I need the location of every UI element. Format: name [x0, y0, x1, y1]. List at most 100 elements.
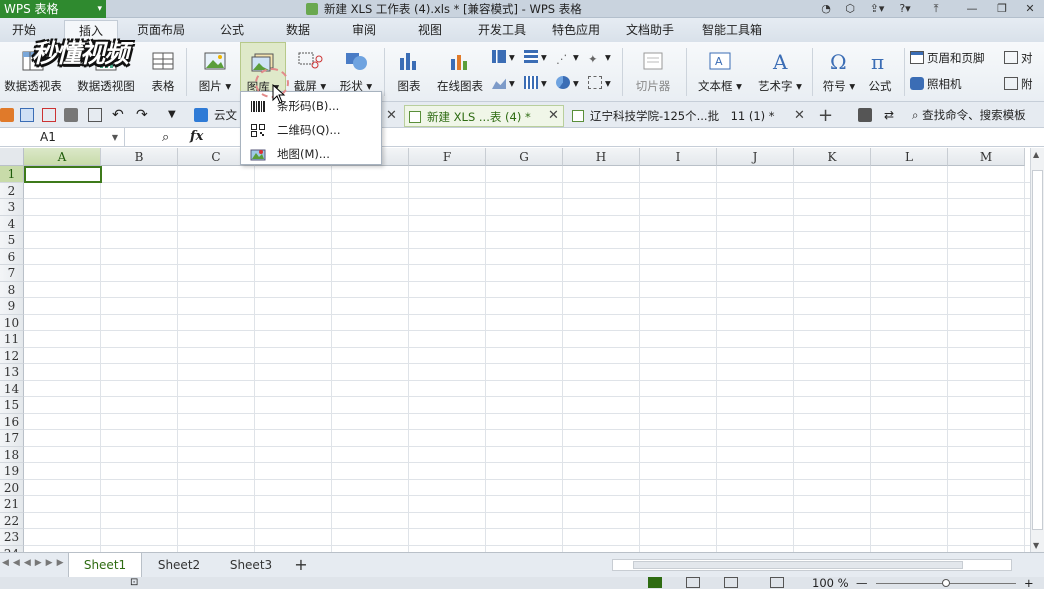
- close-icon[interactable]: ✕: [1020, 0, 1040, 18]
- row-header[interactable]: 18: [0, 446, 24, 463]
- menu-item-qrcode[interactable]: 二维码(Q)...: [241, 118, 381, 142]
- row-header[interactable]: 11: [0, 331, 24, 348]
- area-chart-dropdown[interactable]: ▾: [492, 76, 515, 90]
- row-header[interactable]: 23: [0, 529, 24, 546]
- app-menu-button[interactable]: WPS 表格 ▾: [0, 0, 106, 18]
- undo-icon[interactable]: ↶: [112, 108, 126, 122]
- share-icon[interactable]: ⇪▾: [866, 0, 888, 18]
- chart-button[interactable]: 图表: [390, 42, 428, 100]
- sheet-tab-3[interactable]: Sheet3: [216, 553, 286, 577]
- header-footer-button[interactable]: 页眉和页脚: [910, 50, 985, 66]
- table-button[interactable]: 表格: [146, 42, 180, 100]
- reading-mode-icon[interactable]: [770, 577, 784, 588]
- wordart-button[interactable]: A 艺术字 ▾: [752, 42, 808, 100]
- menu-item-barcode[interactable]: 条形码(B)...: [241, 94, 381, 118]
- doc-tab[interactable]: 辽宁科技学院-125个...批 11 (1) *: [568, 105, 788, 127]
- row-header[interactable]: 7: [0, 265, 24, 282]
- spreadsheet-grid[interactable]: ABCDEFGHIJKLM123456789101112131415161718…: [0, 148, 1030, 552]
- tab-formulas[interactable]: 公式: [212, 18, 252, 42]
- picture-button[interactable]: 图片 ▾: [192, 42, 238, 100]
- formula-button[interactable]: π 公式: [862, 42, 898, 100]
- attachment-button[interactable]: 附: [1004, 76, 1033, 92]
- vertical-scrollbar[interactable]: ▲ ▼: [1030, 148, 1044, 552]
- column-header[interactable]: G: [486, 148, 563, 166]
- column-header[interactable]: K: [794, 148, 871, 166]
- sheet-tab-1[interactable]: Sheet1: [68, 553, 142, 577]
- row-header[interactable]: 8: [0, 281, 24, 298]
- customize-dropdown-icon[interactable]: ▼: [168, 108, 182, 122]
- column-header[interactable]: B: [101, 148, 178, 166]
- minimize-icon[interactable]: —: [962, 0, 982, 18]
- textbox-button[interactable]: A 文本框 ▾: [692, 42, 748, 100]
- row-header[interactable]: 9: [0, 298, 24, 315]
- tab-smart-toolbox[interactable]: 智能工具箱: [694, 18, 770, 42]
- cloud-doc-label[interactable]: 云文: [214, 107, 237, 123]
- tab-developer[interactable]: 开发工具: [470, 18, 534, 42]
- window-list-icon[interactable]: [858, 108, 872, 122]
- zoom-in-icon[interactable]: +: [1024, 577, 1034, 589]
- scatter-chart-dropdown[interactable]: ⋰ ▾: [556, 50, 579, 66]
- row-header[interactable]: 1: [0, 166, 24, 183]
- scroll-thumb[interactable]: [1032, 170, 1043, 530]
- row-header[interactable]: 3: [0, 199, 24, 216]
- column-header[interactable]: M: [948, 148, 1025, 166]
- row-header[interactable]: 4: [0, 215, 24, 232]
- row-header[interactable]: 5: [0, 232, 24, 249]
- camera-button[interactable]: 照相机: [910, 76, 962, 92]
- row-header[interactable]: 22: [0, 512, 24, 529]
- row-header[interactable]: 12: [0, 347, 24, 364]
- fullscreen-icon[interactable]: ⤒: [926, 0, 946, 18]
- symbol-button[interactable]: Ω 符号 ▾: [818, 42, 860, 100]
- active-cell[interactable]: [24, 166, 102, 183]
- cloud-doc-icon[interactable]: [194, 108, 208, 122]
- macro-icon[interactable]: ⊡: [130, 577, 138, 589]
- select-all-corner[interactable]: [0, 148, 24, 166]
- row-header[interactable]: 20: [0, 479, 24, 496]
- dot-chart-dropdown[interactable]: ▾: [588, 76, 611, 90]
- column-header[interactable]: H: [563, 148, 640, 166]
- menu-item-map[interactable]: 地图(M)...: [241, 142, 381, 166]
- pie-chart-dropdown[interactable]: ▾: [556, 76, 579, 90]
- redo-icon[interactable]: ↷: [136, 108, 150, 122]
- row-header[interactable]: 6: [0, 248, 24, 265]
- tab-data[interactable]: 数据: [278, 18, 318, 42]
- fx-button[interactable]: fx: [190, 129, 203, 144]
- row-header[interactable]: 19: [0, 463, 24, 480]
- bar-chart-dropdown[interactable]: ▾: [524, 50, 547, 64]
- skin-icon[interactable]: ◔: [818, 0, 834, 18]
- zoom-slider[interactable]: [876, 579, 1016, 587]
- add-sheet-button[interactable]: +: [288, 553, 314, 577]
- settings-icon[interactable]: ⬡: [842, 0, 858, 18]
- close-tab-icon[interactable]: ✕: [794, 105, 805, 127]
- tab-page-layout[interactable]: 页面布局: [126, 18, 196, 42]
- new-tab-icon[interactable]: +: [818, 105, 833, 127]
- name-box[interactable]: A1 ▼: [0, 128, 125, 147]
- normal-view-icon[interactable]: [648, 577, 662, 588]
- open-icon[interactable]: [0, 108, 14, 122]
- export-pdf-icon[interactable]: [42, 108, 56, 122]
- print-preview-icon[interactable]: [88, 108, 102, 122]
- horizontal-scrollbar[interactable]: [612, 559, 1012, 571]
- zoom-out-icon[interactable]: —: [856, 577, 868, 589]
- tab-switch-icon[interactable]: ⇄: [884, 108, 898, 122]
- scroll-up-icon[interactable]: ▲: [1033, 150, 1039, 159]
- save-icon[interactable]: [20, 108, 34, 122]
- column-chart-dropdown[interactable]: ▾: [492, 50, 515, 64]
- zoom-search-icon[interactable]: ⌕: [162, 130, 169, 145]
- h-scroll-thumb[interactable]: [633, 561, 963, 569]
- column-header[interactable]: A: [24, 148, 101, 166]
- tab-review[interactable]: 审阅: [344, 18, 384, 42]
- search-command-box[interactable]: ⌕ 查找命令、搜索模板: [912, 107, 1026, 123]
- row-header[interactable]: 21: [0, 496, 24, 513]
- row-header[interactable]: 15: [0, 397, 24, 414]
- scroll-down-icon[interactable]: ▼: [1033, 541, 1039, 550]
- radar-chart-dropdown[interactable]: ✦ ▾: [588, 50, 611, 66]
- restore-icon[interactable]: ❐: [992, 0, 1012, 18]
- column-header[interactable]: I: [640, 148, 717, 166]
- stock-chart-dropdown[interactable]: ▾: [524, 76, 547, 90]
- print-icon[interactable]: [64, 108, 78, 122]
- zoom-slider-thumb[interactable]: [942, 579, 950, 587]
- close-tab-icon[interactable]: ✕: [548, 105, 559, 127]
- online-chart-button[interactable]: 在线图表: [432, 42, 488, 100]
- tab-view[interactable]: 视图: [410, 18, 450, 42]
